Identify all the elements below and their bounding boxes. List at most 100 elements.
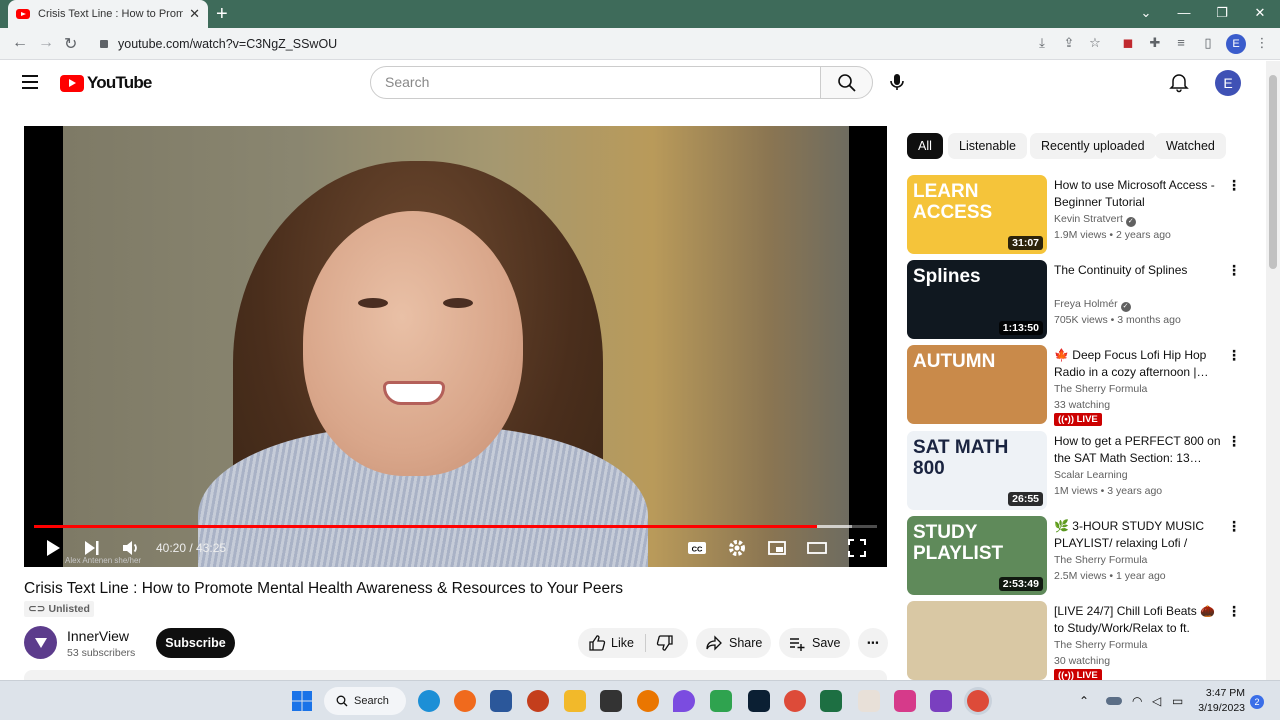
recommendation-title[interactable]: [LIVE 24/7] Chill Lofi Beats 🌰 to Study/… [1054, 603, 1222, 636]
play-icon[interactable] [42, 537, 64, 559]
chip-recently-uploaded[interactable]: Recently uploaded [1030, 133, 1156, 159]
like-button[interactable]: Like [611, 628, 634, 658]
account-avatar[interactable]: E [1215, 70, 1241, 96]
clock-date[interactable]: 3/19/2023 [1190, 702, 1245, 714]
guide-menu-icon[interactable] [22, 75, 38, 89]
browser-menu-icon[interactable]: ⋮ [1254, 35, 1270, 51]
image-app-icon[interactable] [858, 690, 880, 712]
tab-close-icon[interactable]: ✕ [189, 6, 200, 22]
address-bar[interactable]: youtube.com/watch?v=C3NgZ_SSwOU [90, 32, 1112, 56]
firefox-icon[interactable] [454, 690, 476, 712]
miniplayer-icon[interactable] [766, 537, 788, 559]
recommendation-item[interactable]: AUTUMN 🍁 Deep Focus Lofi Hip Hop Radio in… [907, 345, 1252, 426]
recommendation-title[interactable]: The Continuity of Splines [1054, 262, 1222, 279]
chip-listenable[interactable]: Listenable [948, 133, 1027, 159]
browser-tab[interactable]: Crisis Text Line : How to Promote Mental… [8, 0, 208, 28]
recommendation-channel[interactable]: Freya Holmér ✓ [1054, 298, 1131, 312]
recommendation-channel[interactable]: Scalar Learning [1054, 469, 1128, 481]
recommendation-item[interactable]: LEARN ACCESS 31:07 How to use Microsoft Ac… [907, 175, 1252, 255]
volume-icon[interactable] [120, 537, 142, 559]
share-button[interactable]: Share [696, 628, 771, 658]
youtube-logo[interactable]: YouTube [60, 73, 152, 93]
recommendation-item[interactable]: [LIVE 24/7] Chill Lofi Beats 🌰 to Study/… [907, 601, 1252, 682]
edge-icon[interactable] [418, 690, 440, 712]
description-box[interactable] [24, 670, 887, 680]
extension-shield-icon[interactable]: ◼ [1120, 35, 1136, 51]
chrome-active-icon[interactable] [967, 690, 989, 712]
recommendation-thumbnail[interactable]: SAT MATH 800 26:55 [907, 431, 1047, 510]
recommendation-channel[interactable]: The Sherry Formula [1054, 383, 1147, 395]
fullscreen-icon[interactable] [846, 537, 868, 559]
more-actions-icon[interactable]: ⋯ [858, 628, 888, 658]
word-icon[interactable] [490, 690, 512, 712]
back-icon[interactable]: ← [12, 34, 28, 52]
recommendation-menu-icon[interactable]: ⋮ [1227, 177, 1241, 195]
recommendation-thumbnail[interactable]: AUTUMN [907, 345, 1047, 424]
wifi-icon[interactable]: ◠ [1132, 690, 1146, 712]
android-icon[interactable] [710, 690, 732, 712]
recommendation-item[interactable]: STUDY PLAYLIST 2:53:49 🌿 3-HOUR STUDY MUSI… [907, 516, 1252, 596]
speaker-icon[interactable]: ◁ [1152, 690, 1166, 712]
theater-mode-icon[interactable] [806, 537, 828, 559]
progress-bar[interactable] [34, 525, 877, 528]
instagram-icon[interactable] [894, 690, 916, 712]
settings-gear-icon[interactable] [726, 537, 748, 559]
tux-app-icon[interactable] [600, 690, 622, 712]
next-icon[interactable] [81, 537, 103, 559]
chip-watched[interactable]: Watched [1155, 133, 1226, 159]
subscribe-button[interactable]: Subscribe [156, 628, 235, 658]
lightroom-icon[interactable] [748, 690, 770, 712]
reading-list-icon[interactable]: ≡ [1173, 35, 1189, 51]
forward-icon[interactable]: → [38, 34, 54, 52]
share-page-icon[interactable]: ⇪ [1061, 35, 1077, 51]
recommendation-title[interactable]: 🌿 3-HOUR STUDY MUSIC PLAYLIST/ relaxing … [1054, 518, 1222, 551]
onedrive-cloud-icon[interactable] [1106, 697, 1122, 705]
new-tab-icon[interactable]: + [216, 3, 228, 25]
reload-icon[interactable]: ↻ [64, 34, 77, 54]
recommendation-menu-icon[interactable]: ⋮ [1227, 433, 1241, 451]
recommendation-item[interactable]: SAT MATH 800 26:55 How to get a PERFECT 80… [907, 431, 1252, 511]
blender-icon[interactable] [637, 690, 659, 712]
taskbar-search[interactable]: Search [324, 687, 406, 715]
recommendation-channel[interactable]: Kevin Stratvert ✓ [1054, 213, 1136, 227]
recommendation-channel[interactable]: The Sherry Formula [1054, 639, 1147, 651]
window-close-icon[interactable]: ✕ [1242, 0, 1278, 28]
captions-icon[interactable]: CC [686, 537, 708, 559]
recommendation-item[interactable]: Splines 1:13:50 The Continuity of Splines F… [907, 260, 1252, 340]
dislike-thumb-icon[interactable] [656, 634, 674, 652]
channel-avatar[interactable] [24, 626, 57, 659]
voice-search-mic-icon[interactable] [884, 69, 910, 95]
recommendation-thumbnail[interactable]: STUDY PLAYLIST 2:53:49 [907, 516, 1047, 595]
recommendation-title[interactable]: How to use Microsoft Access - Beginner T… [1054, 177, 1222, 210]
windows-start-icon[interactable] [291, 690, 313, 712]
video-player[interactable]: Alex Antenen she/her 40:20 / 43:25 CC [24, 126, 887, 567]
recommendation-title[interactable]: 🍁 Deep Focus Lofi Hip Hop Radio in a coz… [1054, 347, 1222, 380]
recommendation-menu-icon[interactable]: ⋮ [1227, 347, 1241, 365]
save-button[interactable]: Save [779, 628, 850, 658]
excel-icon[interactable] [820, 690, 842, 712]
extensions-puzzle-icon[interactable]: ✚ [1147, 35, 1163, 51]
powerpoint-icon[interactable] [527, 690, 549, 712]
recommendation-thumbnail[interactable] [907, 601, 1047, 680]
like-thumb-icon[interactable] [588, 634, 606, 652]
recommendation-thumbnail[interactable]: Splines 1:13:50 [907, 260, 1047, 339]
browser-profile-avatar[interactable]: E [1226, 34, 1246, 54]
tray-overflow-icon[interactable]: ⌃ [1079, 690, 1093, 712]
search-button[interactable] [820, 66, 873, 99]
clock-time[interactable]: 3:47 PM [1197, 687, 1245, 699]
install-app-icon[interactable]: ⤓ [1034, 35, 1050, 51]
tab-search-icon[interactable]: ⌄ [1128, 0, 1164, 28]
recommendation-menu-icon[interactable]: ⋮ [1227, 262, 1241, 280]
recommendation-thumbnail[interactable]: LEARN ACCESS 31:07 [907, 175, 1047, 254]
chip-all[interactable]: All [907, 133, 943, 159]
recommendation-menu-icon[interactable]: ⋮ [1227, 603, 1241, 621]
file-explorer-icon[interactable] [564, 690, 586, 712]
clipchamp-icon[interactable] [930, 690, 952, 712]
search-input[interactable]: Search [370, 66, 821, 99]
recommendation-menu-icon[interactable]: ⋮ [1227, 518, 1241, 536]
chrome-icon[interactable] [784, 690, 806, 712]
recommendation-title[interactable]: How to get a PERFECT 800 on the SAT Math… [1054, 433, 1222, 466]
scrollbar-thumb[interactable] [1269, 75, 1277, 269]
notifications-bell-icon[interactable] [1168, 71, 1190, 93]
channel-name[interactable]: InnerView [67, 628, 129, 644]
